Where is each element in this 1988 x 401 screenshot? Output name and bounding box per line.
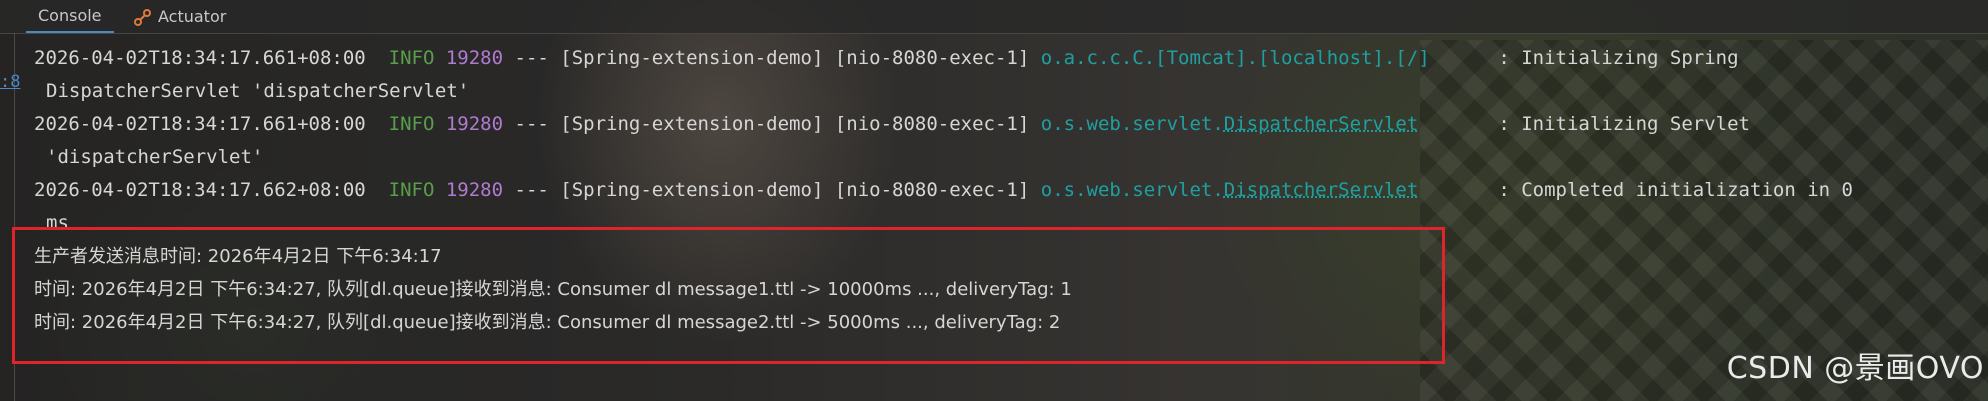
log-app-name: [Spring-extension-demo] — [560, 47, 824, 69]
log-timestamp: 2026-04-02T18:34:17.661+08:00 — [34, 47, 366, 69]
log-logger[interactable]: o.s.web.servlet.DispatcherServlet — [1041, 179, 1419, 201]
log-timestamp: 2026-04-02T18:34:17.662+08:00 — [34, 179, 366, 201]
gutter-link[interactable]: :8 — [0, 72, 20, 92]
tab-console-label: Console — [38, 6, 102, 25]
log-level: INFO — [388, 113, 435, 135]
tool-window-tabbar: Console Actuator — [0, 0, 1988, 34]
log-continuation: DispatcherServlet 'dispatcherServlet' — [46, 80, 470, 102]
log-logger[interactable]: o.s.web.servlet.DispatcherServlet — [1041, 113, 1419, 135]
log-logger-prefix: o.s.web.servlet. — [1040, 179, 1224, 201]
log-line: 2026-04-02T18:34:17.662+08:00 INFO 19280… — [34, 174, 1974, 207]
log-pid: 19280 — [445, 47, 504, 69]
log-logger-prefix: o.a.c.c.C.[Tomcat].[localhost].[/] — [1040, 47, 1430, 69]
watermark: CSDN @景画OVO — [1726, 351, 1984, 386]
log-line: 2026-04-02T18:34:17.661+08:00 INFO 19280… — [34, 108, 1974, 141]
log-app-name: [Spring-extension-demo] — [560, 179, 824, 201]
log-continuation: 'dispatcherServlet' — [46, 146, 264, 168]
highlight-box — [12, 227, 1445, 364]
log-message: : Completed initialization in 0 — [1498, 179, 1853, 201]
log-separator: --- — [514, 179, 549, 201]
tab-actuator[interactable]: Actuator — [134, 0, 226, 33]
log-timestamp: 2026-04-02T18:34:17.661+08:00 — [34, 113, 366, 135]
log-logger-link[interactable]: DispatcherServlet — [1224, 179, 1418, 201]
log-separator: --- — [514, 47, 549, 69]
log-logger-link[interactable]: DispatcherServlet — [1224, 113, 1418, 135]
log-message: : Initializing Servlet — [1498, 113, 1751, 135]
log-line: DispatcherServlet 'dispatcherServlet' — [34, 75, 1974, 108]
actuator-icon — [134, 8, 152, 26]
log-message: : Initializing Spring — [1498, 47, 1739, 69]
log-pid: 19280 — [445, 113, 504, 135]
tab-console[interactable]: Console — [26, 0, 114, 33]
log-line: 2026-04-02T18:34:17.661+08:00 INFO 19280… — [34, 42, 1974, 75]
log-logger-prefix: o.s.web.servlet. — [1040, 113, 1224, 135]
log-pid: 19280 — [445, 179, 504, 201]
log-separator: --- — [514, 113, 549, 135]
log-logger[interactable]: o.a.c.c.C.[Tomcat].[localhost].[/] — [1041, 47, 1430, 69]
log-level: INFO — [388, 179, 435, 201]
log-thread: [nio-8080-exec-1] — [834, 179, 1030, 201]
tab-actuator-label: Actuator — [158, 7, 227, 26]
log-thread: [nio-8080-exec-1] — [834, 47, 1030, 69]
log-level: INFO — [388, 47, 435, 69]
log-line: 'dispatcherServlet' — [34, 141, 1974, 174]
log-thread: [nio-8080-exec-1] — [834, 113, 1030, 135]
log-app-name: [Spring-extension-demo] — [560, 113, 824, 135]
